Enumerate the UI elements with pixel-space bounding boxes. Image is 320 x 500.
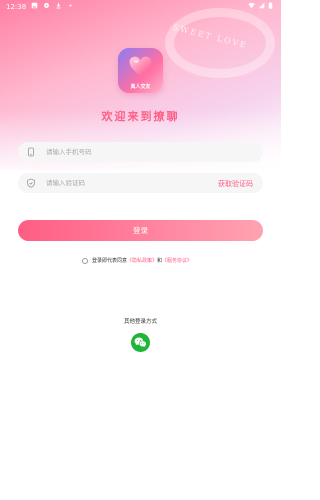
agreement-checkbox[interactable]: [82, 257, 88, 264]
status-icons-left: [31, 2, 74, 9]
settings-icon: [44, 3, 49, 8]
shield-icon: [27, 178, 35, 188]
status-icons-right: [248, 2, 273, 9]
service-link[interactable]: 《服务协议》: [162, 257, 192, 264]
heart-icon: [129, 56, 152, 76]
welcome-title: 欢迎来到撩聊: [101, 110, 180, 123]
wechat-login-button[interactable]: [131, 333, 150, 352]
other-login-label: 其他登录方式: [123, 319, 157, 325]
phone-field[interactable]: [18, 142, 263, 162]
code-input[interactable]: [46, 173, 206, 193]
status-time: 12:38: [6, 3, 27, 11]
wifi-icon: [248, 2, 255, 9]
status-bar: 12:38: [0, 0, 281, 14]
battery-icon: [268, 2, 273, 9]
wechat-icon: [134, 337, 147, 348]
logo-label: 真人交友: [130, 84, 151, 90]
dot-icon: [69, 4, 72, 7]
agreement-prefix: 登录即代表同意: [92, 258, 128, 264]
phone-icon: [28, 147, 34, 157]
get-code-button[interactable]: 获取验证码: [218, 179, 253, 189]
privacy-link[interactable]: 《隐私政策》: [127, 257, 157, 264]
download-icon: [56, 2, 61, 9]
code-field[interactable]: 获取验证码: [18, 173, 263, 193]
login-button[interactable]: 登录: [18, 220, 263, 241]
agreement-row: 登录即代表同意 《隐私政策》 和 《服务协议》: [82, 256, 192, 265]
app-logo: 真人交友: [118, 48, 163, 93]
phone-input[interactable]: [46, 142, 206, 162]
signal-icon: [258, 2, 265, 9]
gallery-icon: [31, 2, 38, 9]
